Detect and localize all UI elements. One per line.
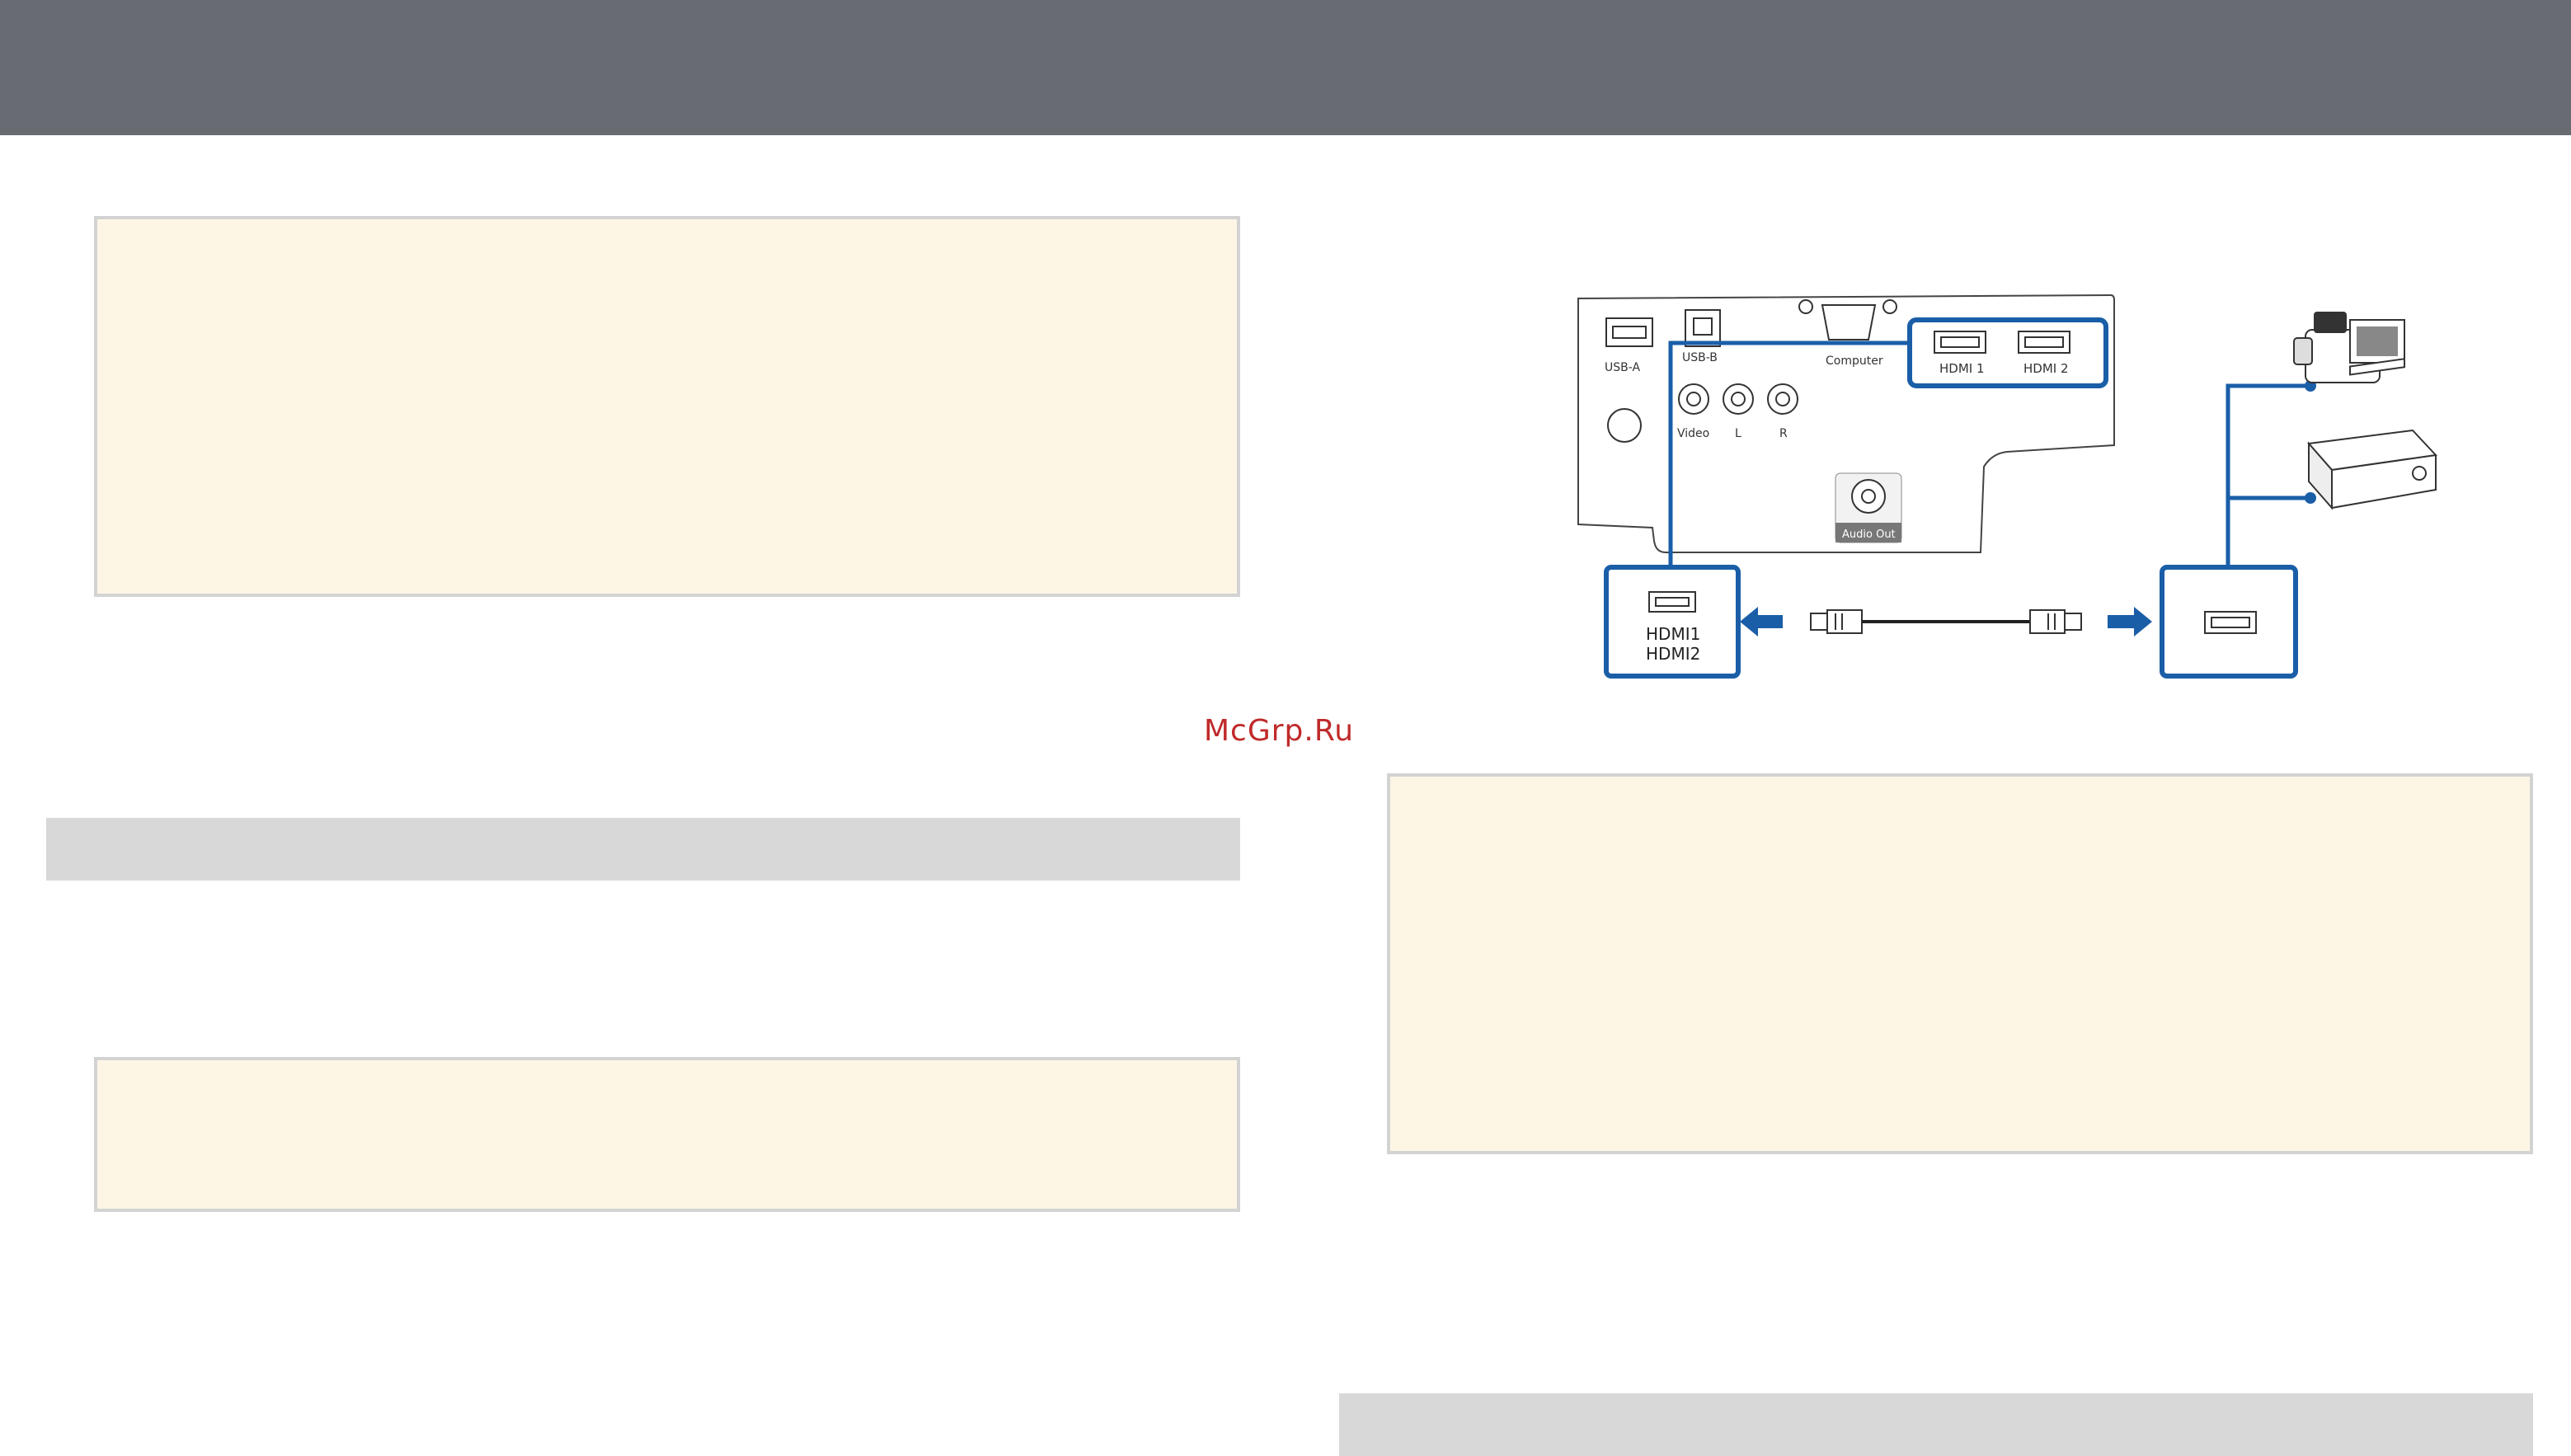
computer-vga-port xyxy=(1821,304,1877,341)
audio-out-label: Audio Out xyxy=(1842,528,1896,541)
section-heading-bar-right xyxy=(1339,1393,2533,1456)
callout-hdmi2-label: HDMI2 xyxy=(1646,644,1700,664)
note-box-right xyxy=(1387,773,2533,1154)
hdmi-cable-plug-left xyxy=(1810,613,1828,631)
usb-b-label: USB-B xyxy=(1682,351,1718,364)
hdmi-cable-plug-right xyxy=(2064,613,2082,631)
page-header-bar xyxy=(0,0,2571,135)
audio-r-label: R xyxy=(1779,427,1788,440)
note-box-bottom-left xyxy=(94,1057,1240,1212)
usb-a-label: USB-A xyxy=(1605,361,1640,374)
hdmi1-label: HDMI 1 xyxy=(1939,361,1985,376)
note-box-top-left xyxy=(94,216,1240,597)
section-heading-bar-left xyxy=(46,818,1240,881)
arrow-right-icon xyxy=(2108,607,2152,636)
arrow-left-icon xyxy=(1740,607,1783,636)
hdmi2-label: HDMI 2 xyxy=(2023,361,2069,376)
panel-round-feature xyxy=(1607,408,1642,443)
watermark-text: McGrp.Ru xyxy=(1204,714,1355,748)
callout-hdmi1-label: HDMI1 xyxy=(1646,624,1700,644)
audio-l-label: L xyxy=(1735,427,1741,440)
device-callout-line xyxy=(2226,383,2309,567)
video-label: Video xyxy=(1677,427,1709,440)
hdmi-connection-diagram: USB-A USB-B Computer HDMI 1 HDMI 2 Video… xyxy=(1577,294,2438,679)
computer-label: Computer xyxy=(1826,355,1883,368)
